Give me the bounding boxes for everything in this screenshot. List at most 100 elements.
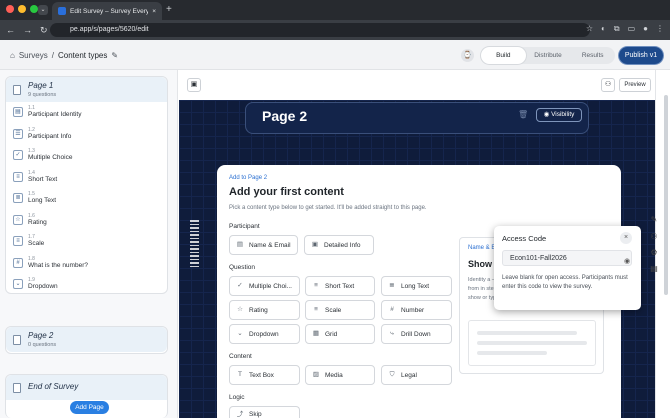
extension-icon[interactable]: ◐ [601,24,606,34]
preview-button[interactable]: Preview [619,78,651,92]
access-code-input[interactable]: Econ101-Fall2026 ◉ [502,250,632,266]
forward-icon[interactable]: → [23,25,32,35]
tab-build[interactable]: Build [481,47,526,64]
preview-line [477,341,587,345]
chevron-down-icon: ⌄ [237,330,243,337]
page-title[interactable]: Page 2 [262,108,307,124]
chip-detailed-info[interactable]: ▣ Detailed Info [304,235,374,255]
chip-number[interactable]: # Number [381,300,452,320]
edit-pencil-icon[interactable]: ✎ [111,51,118,60]
number-icon: # [13,257,23,268]
trash-icon[interactable]: 🗑 [518,110,528,119]
reload-icon[interactable]: ↻ [40,25,48,36]
new-tab-button[interactable]: + [166,4,172,15]
chip-long-text[interactable]: ≣ Long Text [381,276,452,296]
chip-label: Scale [325,306,342,314]
access-code-icon[interactable]: ▤ [649,264,659,274]
sidebar-question-item[interactable]: ≡ 1.4 Short Text [6,167,167,189]
page-2-header[interactable]: Page 2 0 questions [6,327,167,352]
chip-grid[interactable]: ▦ Grid [305,324,375,344]
browser-tab[interactable]: Edit Survey – Survey Everyw × [52,2,162,20]
chip-multiple-choice[interactable]: ✓ Multiple Choi... [229,276,300,296]
participants-icon[interactable]: ⚇ [649,232,659,242]
close-window-button[interactable] [6,5,14,13]
maximize-window-button[interactable] [30,5,38,13]
tab-results[interactable]: Results [570,47,615,64]
access-code-popover: Access Code × Econ101-Fall2026 ◉ Leave b… [494,226,641,310]
chip-name-email[interactable]: ▤ Name & Email [229,235,298,255]
chip-skip[interactable]: ⤴ Skip [229,406,300,418]
drag-handle-icon[interactable] [190,220,199,267]
question-label: Participant Info [28,132,72,140]
short-text-icon: ≡ [13,171,23,182]
history-icon[interactable]: ⌚ [461,49,474,62]
breadcrumb-current[interactable]: Content types [58,51,107,60]
preview-heading: Name & E [468,245,496,251]
scrollbar[interactable] [664,95,668,295]
sidebar-toggle-icon[interactable]: ▭ [628,24,636,34]
page-title-block[interactable]: Page 2 🗑 ◉ Visibility [245,102,589,134]
page-icon [13,335,21,345]
shield-icon: ⛉ [389,371,395,378]
breadcrumb-surveys[interactable]: Surveys [19,51,48,60]
chip-rating[interactable]: ☆ Rating [229,300,300,320]
id-icon: ▤ [13,107,23,117]
sidebar-question-item[interactable]: ☰ 1.2 Participant Info [6,124,167,146]
question-label: Rating [28,218,47,226]
chip-label: Dropdown [249,330,279,338]
breadcrumb: ⌂ Surveys / Content types ✎ [10,51,118,60]
sidebar-question-item[interactable]: ✓ 1.3 Multiple Choice [6,145,167,167]
chip-dropdown[interactable]: ⌄ Dropdown [229,324,300,344]
tab-distribute[interactable]: Distribute [526,47,571,64]
url-input[interactable]: pe.app/s/pages/5620/edit [50,23,590,37]
bookmark-star-icon[interactable]: ☆ [586,24,593,34]
chip-label: Short Text [325,282,355,290]
question-number: 1.3 [28,148,35,154]
question-label: Dropdown [28,283,58,290]
chip-text-box[interactable]: T Text Box [229,365,300,385]
star-icon: ☆ [237,306,243,313]
share-icon[interactable]: ⚇ [601,78,615,92]
browser-menu-icon[interactable]: ⋮ [656,24,664,34]
home-icon: ⌂ [10,51,15,60]
chip-drill-down[interactable]: ⤷ Drill Down [381,324,452,344]
page-card-1[interactable]: Page 1 9 questions ▤ 1.1 Participant Ident… [5,76,168,294]
question-label: Participant Identity [28,111,82,118]
chip-scale[interactable]: ≡ Scale [305,300,375,320]
breadcrumb-separator: / [51,51,54,60]
tab-search-icon[interactable]: ⌄ [38,5,48,15]
sidebar-question-item[interactable]: ≡ 1.7 Scale [6,231,167,253]
tab-close-icon[interactable]: × [152,8,156,15]
sidebar-question-item[interactable]: #1.8 What is the number? [6,253,167,275]
profile-avatar[interactable]: ● [643,24,648,34]
close-icon[interactable]: × [620,232,632,244]
address-toolbar: ← → ↻ pe.app/s/pages/5620/edit ☆ ◐ ⧉ ▭ ●… [0,20,670,40]
star-icon: ☆ [13,214,23,225]
publish-button[interactable]: Publish v1 [619,47,663,64]
back-icon[interactable]: ← [6,25,15,35]
collapse-sidebar-icon[interactable]: ▣ [187,78,201,92]
canvas-toolbar: ▣ ⚇ Preview [179,70,656,100]
chip-label: Skip [249,411,262,418]
page-1-header[interactable]: Page 1 9 questions [6,77,167,102]
minimize-window-button[interactable] [18,5,26,13]
section-question: Question [229,264,256,271]
short-text-icon: ≡ [314,282,318,289]
sidebar-question-item[interactable]: ⌄ 1.9 Dropdown [6,274,167,296]
sidebar-question-item[interactable]: ☆ 1.6 Rating [6,210,167,232]
extensions-puzzle-icon[interactable]: ⧉ [614,24,620,34]
add-to-page-label: Add to Page 2 [229,175,268,181]
chip-short-text[interactable]: ≡ Short Text [305,276,375,296]
page-card-2[interactable]: Page 2 0 questions [5,326,168,354]
settings-icon[interactable]: ⚙ [649,248,659,258]
add-page-button[interactable]: Add Page [70,401,109,414]
contact-icon: ☰ [13,128,23,139]
chip-media[interactable]: ▨ Media [305,365,375,385]
chip-legal[interactable]: ⛉ Legal [381,365,452,385]
eye-icon[interactable]: ◉ [624,254,630,270]
end-header[interactable]: End of Survey [6,375,167,400]
sidebar-question-item[interactable]: ≣ 1.5 Long Text [6,188,167,210]
design-tool-icon[interactable]: ✎ [649,215,659,225]
sidebar-question-item[interactable]: ▤ 1.1 Participant Identity [6,102,167,124]
visibility-button[interactable]: ◉ Visibility [536,108,582,122]
